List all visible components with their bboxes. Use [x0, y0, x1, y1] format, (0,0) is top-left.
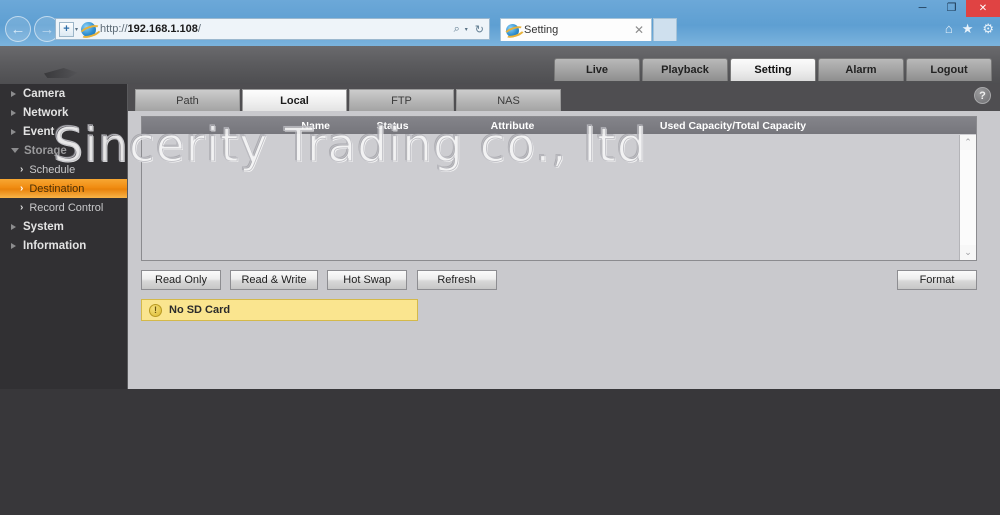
sidebar-item-schedule[interactable]: › Schedule	[0, 160, 127, 179]
sidebar-item-network[interactable]: Network	[0, 103, 127, 122]
status-banner: ! No SD Card	[141, 299, 418, 321]
browser-chrome: ─ ❐ ✕ ← → + ▾ http://192.168.1.108/ ⌕ ▾ …	[0, 0, 1000, 46]
sidebar-item-event[interactable]: Event	[0, 122, 127, 141]
maximize-button[interactable]: ❐	[937, 0, 966, 17]
nav-tab-alarm[interactable]: Alarm	[818, 58, 904, 81]
new-tab-button[interactable]	[653, 18, 677, 41]
triangle-right-icon	[11, 242, 16, 249]
compat-caret-icon: ▾	[75, 26, 79, 33]
tab-nas[interactable]: NAS	[456, 89, 561, 111]
warning-icon: !	[149, 303, 162, 317]
status-message: No SD Card	[169, 304, 231, 316]
navigation-arrows: ← →	[5, 16, 60, 42]
favorites-star-icon[interactable]: ★	[962, 22, 974, 35]
chevron-right-icon: ›	[20, 163, 24, 175]
sidebar: Camera Network Event Storage › Schedule …	[0, 84, 127, 389]
sidebar-item-storage[interactable]: Storage	[0, 141, 127, 160]
url-path: /	[197, 23, 201, 35]
scrollbar-track[interactable]	[960, 150, 976, 245]
table-body	[142, 134, 976, 260]
sidebar-item-label: Information	[23, 239, 87, 252]
table-header-row: Name Status Attribute Used Capacity/Tota…	[142, 117, 976, 134]
read-write-button[interactable]: Read & Write	[230, 270, 318, 290]
tab-favicon-icon	[506, 23, 519, 37]
scroll-up-icon[interactable]: ⌃	[960, 135, 976, 150]
sidebar-item-system[interactable]: System	[0, 217, 127, 236]
url-scheme: http://	[100, 23, 128, 35]
column-header-capacity: Used Capacity/Total Capacity	[659, 119, 807, 132]
triangle-right-icon	[11, 90, 16, 97]
refresh-icon[interactable]: ↻	[475, 23, 484, 36]
brand-logo	[44, 68, 78, 78]
browser-tab[interactable]: Setting ✕	[500, 18, 652, 41]
chevron-right-icon: ›	[20, 182, 24, 194]
address-bar[interactable]: + ▾ http://192.168.1.108/ ⌕ ▾ ↻	[55, 18, 490, 40]
chevron-right-icon: ›	[20, 201, 24, 213]
action-button-row: Read Only Read & Write Hot Swap Refresh …	[141, 270, 977, 290]
minimize-button[interactable]: ─	[908, 0, 937, 17]
sidebar-item-label: Network	[23, 106, 69, 119]
format-button[interactable]: Format	[897, 270, 977, 290]
table-scrollbar[interactable]: ⌃ ⌄	[959, 135, 976, 260]
browser-tools: ⌂ ★ ⚙	[945, 22, 994, 35]
sidebar-item-label: Record Control	[29, 201, 104, 214]
sidebar-item-label: Event	[23, 125, 55, 138]
nav-tab-setting[interactable]: Setting	[730, 58, 816, 81]
storage-device-table: Name Status Attribute Used Capacity/Tota…	[141, 116, 977, 261]
help-icon[interactable]: ?	[974, 87, 991, 104]
url-host: 192.168.1.108	[127, 23, 198, 35]
main-navigation: Live Playback Setting Alarm Logout	[554, 58, 992, 81]
sidebar-item-label: Destination	[29, 182, 85, 195]
nav-tab-live[interactable]: Live	[554, 58, 640, 81]
read-only-button[interactable]: Read Only	[141, 270, 221, 290]
scroll-down-icon[interactable]: ⌄	[960, 245, 976, 260]
tab-path[interactable]: Path	[135, 89, 240, 111]
close-button[interactable]: ✕	[966, 0, 1000, 17]
triangle-right-icon	[11, 128, 16, 135]
search-caret-icon[interactable]: ▾	[465, 26, 468, 33]
sidebar-item-destination[interactable]: › Destination	[0, 179, 127, 198]
content-panel: Path Local FTP NAS ? Name Status Attribu…	[53, 84, 1000, 389]
sidebar-item-record-control[interactable]: › Record Control	[0, 198, 127, 217]
sidebar-item-information[interactable]: Information	[0, 236, 127, 255]
internet-explorer-icon	[81, 21, 97, 37]
hot-swap-button[interactable]: Hot Swap	[327, 270, 408, 290]
sidebar-item-label: Camera	[23, 87, 66, 100]
sidebar-item-label: System	[23, 220, 64, 233]
compatibility-view-icon[interactable]: +	[59, 21, 74, 37]
sidebar-item-label: Schedule	[29, 163, 76, 176]
triangle-down-icon	[11, 148, 19, 153]
settings-gear-icon[interactable]: ⚙	[982, 22, 994, 35]
triangle-right-icon	[11, 223, 16, 230]
tab-close-icon[interactable]: ✕	[632, 23, 646, 37]
triangle-right-icon	[11, 109, 16, 116]
tab-title: Setting	[524, 24, 559, 36]
back-icon[interactable]: ←	[5, 16, 31, 42]
nav-tab-logout[interactable]: Logout	[906, 58, 992, 81]
column-header-name: Name	[301, 119, 330, 132]
sidebar-item-label: Storage	[24, 144, 67, 157]
panel-body: Name Status Attribute Used Capacity/Tota…	[128, 111, 1000, 389]
home-icon[interactable]: ⌂	[945, 22, 953, 35]
column-header-status: Status	[376, 119, 409, 132]
app-topbar: Live Playback Setting Alarm Logout	[0, 46, 1000, 84]
column-header-attribute: Attribute	[490, 119, 535, 132]
url-text: http://192.168.1.108/	[100, 23, 454, 35]
search-icon[interactable]: ⌕	[454, 23, 460, 36]
nav-tab-playback[interactable]: Playback	[642, 58, 728, 81]
tab-ftp[interactable]: FTP	[349, 89, 454, 111]
sub-tab-bar: Path Local FTP NAS ?	[128, 84, 1000, 111]
window-controls: ─ ❐ ✕	[908, 0, 1000, 17]
address-bar-icons: ⌕ ▾ ↻	[454, 23, 486, 36]
web-page: Live Playback Setting Alarm Logout Camer…	[0, 46, 1000, 515]
sidebar-item-camera[interactable]: Camera	[0, 84, 127, 103]
refresh-button[interactable]: Refresh	[416, 270, 497, 290]
tab-local[interactable]: Local	[242, 89, 347, 111]
